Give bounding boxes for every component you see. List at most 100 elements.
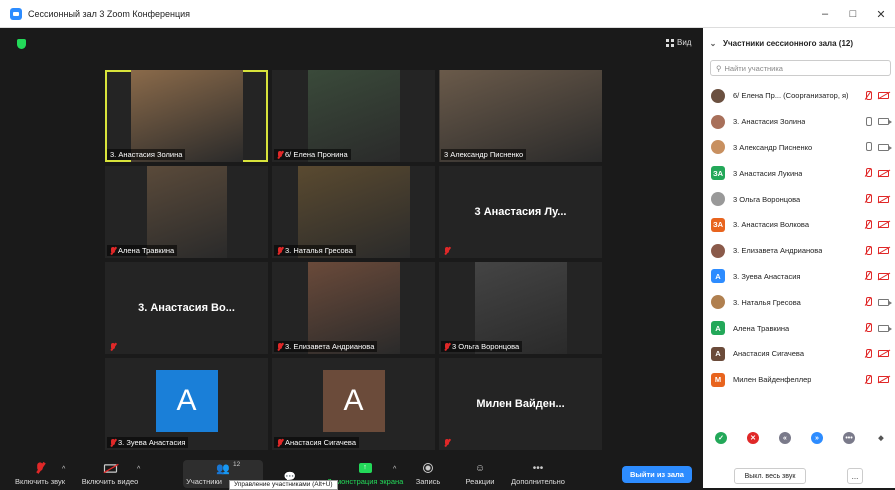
no-icon[interactable]: ✕ <box>747 432 759 444</box>
video-tile[interactable]: Милен Вайден... <box>439 358 602 450</box>
participant-row[interactable]: 6/ Елена Пр... (Соорганизатор, я) <box>703 83 895 109</box>
tile-name-label: 3 Ольга Воронцова <box>441 341 523 352</box>
video-tile[interactable]: 3. Наталья Гресова <box>272 166 435 258</box>
share-screen-icon: ↑ <box>358 462 372 474</box>
grid-icon <box>666 38 674 47</box>
mic-muted-icon <box>864 374 872 385</box>
zoom-app-icon <box>10 7 22 20</box>
camera-off-icon <box>878 247 889 255</box>
record-button[interactable]: Запись <box>411 460 445 488</box>
search-placeholder: Найти участника <box>724 63 783 73</box>
participant-row[interactable]: 3. Анастасия Золина <box>703 109 895 135</box>
mic-muted-icon <box>444 246 450 255</box>
maximize-button[interactable]: □ <box>839 0 867 28</box>
more-button[interactable]: ••• Дополнительно <box>508 460 568 488</box>
participant-name-large: 3 Анастасия Лу... <box>474 206 567 218</box>
tile-name-text: Алена Травкина <box>118 246 175 255</box>
participant-row[interactable]: A Анастасия Сигачева <box>703 341 895 367</box>
camera-icon <box>878 298 892 306</box>
view-label: Вид <box>677 38 692 47</box>
mic-muted-icon <box>864 90 872 101</box>
participant-name: Алена Травкина <box>733 323 790 333</box>
more-label: Дополнительно <box>511 477 565 486</box>
video-tile[interactable]: A Анастасия Сигачева <box>272 358 435 450</box>
mic-muted-icon <box>277 150 283 159</box>
camera-icon <box>878 143 892 151</box>
participant-photo <box>711 140 725 155</box>
unmute-button[interactable]: Включить звук <box>12 460 68 488</box>
nonverbal-feedback-bar: ✓ ✕ « » ••• ◆ <box>711 430 891 446</box>
mic-muted-icon <box>444 438 450 447</box>
close-button[interactable]: ✕ <box>867 0 895 28</box>
security-shield-icon[interactable] <box>17 39 26 49</box>
tile-name-text: 3. Анастасия Золина <box>110 150 183 159</box>
smiley-plus-icon: ☺ <box>474 462 486 474</box>
participants-tooltip: Управление участниками (Alt+U) <box>229 480 338 490</box>
participant-row[interactable]: 3. Елизавета Андрианова <box>703 238 895 264</box>
participant-name: 3 Анастасия Лукина <box>733 168 803 178</box>
participants-label: Участники <box>186 477 222 486</box>
tile-name-text: Анастасия Сигачева <box>285 438 357 447</box>
clear-icon[interactable]: ◆ <box>875 432 887 444</box>
audio-options-chevron-icon[interactable]: ^ <box>62 466 65 473</box>
minimize-button[interactable]: – <box>811 0 839 28</box>
participant-name: Анастасия Сигачева <box>733 349 805 359</box>
video-tile[interactable]: 3 Ольга Воронцова <box>439 262 602 354</box>
participants-panel: ⌄ Участники сессионного зала (12) ⚲ Найт… <box>703 28 895 488</box>
reactions-button[interactable]: ☺ Реакции <box>462 460 498 488</box>
participant-row[interactable]: A Алена Травкина <box>703 315 895 341</box>
video-tile[interactable]: 3. Анастасия Во... <box>105 262 268 354</box>
mic-muted-icon <box>864 245 872 256</box>
video-tile[interactable]: 6/ Елена Пронина <box>272 70 435 162</box>
participant-search-input[interactable]: ⚲ Найти участника <box>710 60 891 76</box>
panel-title: Участники сессионного зала (12) <box>723 38 854 48</box>
participant-row[interactable]: A 3. Зуева Анастасия <box>703 264 895 290</box>
video-tile[interactable]: 3. Анастасия Золина <box>105 70 268 162</box>
participant-row[interactable]: ЗА 3 Анастасия Лукина <box>703 160 895 186</box>
participant-name: 3. Зуева Анастасия <box>733 271 801 281</box>
share-screen-button[interactable]: ↑ Демонстрация экрана <box>327 460 403 488</box>
record-icon <box>421 462 435 474</box>
participant-row[interactable]: 3 Александр Писненко <box>703 135 895 161</box>
window-title: Сессионный зал 3 Zoom Конференция <box>28 8 191 19</box>
participant-row[interactable]: 3. Наталья Гресова <box>703 289 895 315</box>
video-tile[interactable]: 3 Анастасия Лу... <box>439 166 602 258</box>
mic-off-icon <box>33 462 47 474</box>
participant-photo <box>711 192 725 207</box>
leave-room-button[interactable]: Выйти из зала <box>622 466 692 483</box>
reactions-label: Реакции <box>465 477 495 486</box>
mic-muted-icon <box>864 168 872 178</box>
camera-off-icon <box>878 195 889 203</box>
more-reactions-icon[interactable]: ••• <box>843 432 855 444</box>
view-button[interactable]: Вид <box>666 38 691 47</box>
tile-name-label: Анастасия Сигачева <box>274 437 360 448</box>
share-options-chevron-icon[interactable]: ^ <box>393 466 396 473</box>
tile-name-label <box>107 341 119 352</box>
mute-all-button[interactable]: Выкл. весь звук <box>734 468 806 484</box>
zoom-window: Сессионный зал 3 Zoom Конференция – □ ✕ … <box>0 0 895 490</box>
tile-name-text: 3. Елизавета Андрианова <box>285 342 375 351</box>
mic-muted-icon <box>864 348 872 359</box>
participants-icon: 👥 <box>216 462 230 475</box>
participant-row[interactable]: ЗА 3. Анастасия Волкова <box>703 212 895 238</box>
video-tile[interactable]: Алена Травкина <box>105 166 268 258</box>
yes-icon[interactable]: ✓ <box>715 432 727 444</box>
tile-name-text: 6/ Елена Пронина <box>285 150 348 159</box>
tile-name-label: 3 Александр Писненко <box>441 149 527 160</box>
collapse-chevron-icon[interactable]: ⌄ <box>703 39 723 48</box>
panel-more-button[interactable]: ... <box>847 468 863 484</box>
go-faster-icon[interactable]: » <box>811 432 823 444</box>
start-video-button[interactable]: Включить видео <box>80 460 140 488</box>
video-tile[interactable]: 3. Елизавета Андрианова <box>272 262 435 354</box>
participant-name: Милен Вайденфеллер <box>733 375 812 385</box>
video-options-chevron-icon[interactable]: ^ <box>137 466 140 473</box>
participant-row[interactable]: 3 Ольга Воронцова <box>703 186 895 212</box>
video-tile[interactable]: 3 Александр Писненко <box>439 70 602 162</box>
mic-muted-icon <box>864 219 872 230</box>
participant-initials: A <box>711 346 725 361</box>
title-bar: Сессионный зал 3 Zoom Конференция – □ ✕ <box>0 0 895 28</box>
mic-icon <box>864 116 872 127</box>
go-slower-icon[interactable]: « <box>779 432 791 444</box>
video-tile[interactable]: A 3. Зуева Анастасия <box>105 358 268 450</box>
participant-row[interactable]: M Милен Вайденфеллер <box>703 367 895 393</box>
